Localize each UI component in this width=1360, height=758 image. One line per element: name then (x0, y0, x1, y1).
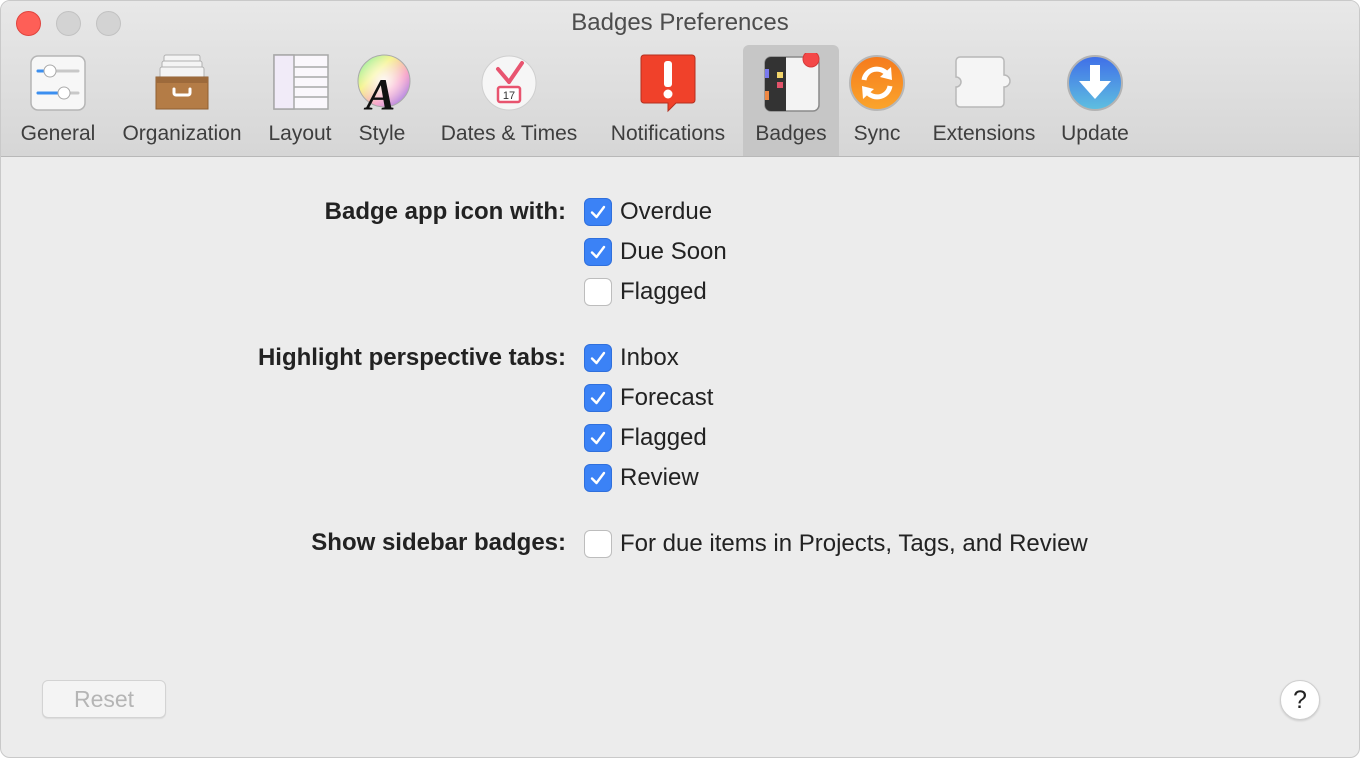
tab-label: Style (358, 122, 406, 145)
sidebar-badges-checkbox-row[interactable]: For due items in Projects, Tags, and Rev… (584, 529, 1088, 559)
download-arrow-icon (1065, 53, 1125, 113)
tab-style[interactable]: A Style (347, 45, 417, 156)
checkmark-icon (590, 431, 606, 445)
badge-flagged-checkbox-row[interactable]: Flagged (584, 277, 707, 307)
tab-label: Notifications (610, 122, 726, 145)
checkmark-icon (590, 205, 606, 219)
help-button[interactable]: ? (1280, 680, 1320, 720)
badge-due-soon-checkbox[interactable] (584, 238, 612, 266)
highlight-forecast-checkbox[interactable] (584, 384, 612, 412)
svg-text:A: A (363, 70, 395, 113)
checkbox-label: Review (620, 464, 699, 491)
tab-layout[interactable]: Layout (259, 45, 341, 156)
highlight-inbox-checkbox[interactable] (584, 344, 612, 372)
tab-badges[interactable]: Badges (743, 45, 839, 156)
tab-general[interactable]: General (11, 45, 105, 156)
tab-sync[interactable]: Sync (843, 45, 911, 156)
clock-calendar-icon: 17 (479, 53, 539, 113)
reset-button[interactable]: Reset (42, 680, 166, 718)
highlight-review-checkbox[interactable] (584, 464, 612, 492)
tab-label: Dates & Times (440, 122, 578, 145)
title-bar: Badges Preferences General Organization … (1, 1, 1359, 157)
exclamation-bubble-icon (638, 53, 698, 113)
badge-overdue-checkbox-row[interactable]: Overdue (584, 197, 712, 227)
sync-icon (847, 53, 907, 113)
tab-label: Badges (755, 122, 827, 145)
badges-settings-pane: Badge app icon with: Overdue Due Soon Fl… (1, 158, 1359, 757)
badge-overdue-checkbox[interactable] (584, 198, 612, 226)
checkbox-label: For due items in Projects, Tags, and Rev… (620, 530, 1088, 557)
checkmark-icon (590, 245, 606, 259)
highlight-forecast-checkbox-row[interactable]: Forecast (584, 383, 713, 413)
tab-label: Extensions (932, 122, 1036, 145)
highlight-inbox-checkbox-row[interactable]: Inbox (584, 343, 679, 373)
badge-app-icon-label: Badge app icon with: (324, 198, 566, 225)
tab-label: Update (1061, 122, 1129, 145)
badge-app-icon (761, 50, 821, 113)
highlight-tabs-label: Highlight perspective tabs: (257, 344, 566, 371)
checkmark-icon (590, 391, 606, 405)
preferences-window: Badges Preferences General Organization … (0, 0, 1360, 758)
tab-label: General (20, 122, 96, 145)
tab-organization[interactable]: Organization (111, 45, 253, 156)
puzzle-piece-icon (954, 53, 1014, 113)
checkbox-label: Flagged (620, 424, 707, 451)
drawer-icon (152, 53, 212, 113)
sliders-icon (28, 53, 88, 113)
tab-extensions[interactable]: Extensions (923, 45, 1045, 156)
highlight-review-checkbox-row[interactable]: Review (584, 463, 699, 493)
highlight-flagged-checkbox[interactable] (584, 424, 612, 452)
tab-label: Sync (853, 122, 901, 145)
window-title: Badges Preferences (571, 9, 789, 36)
tab-label: Layout (268, 122, 332, 145)
layout-icon (270, 53, 330, 113)
checkmark-icon (590, 471, 606, 485)
checkbox-label: Forecast (620, 384, 714, 411)
color-wheel-font-icon: A (352, 53, 412, 119)
sidebar-badges-label: Show sidebar badges: (311, 529, 566, 556)
checkbox-label: Due Soon (620, 238, 727, 265)
tab-label: Organization (122, 122, 242, 145)
tab-update[interactable]: Update (1051, 45, 1139, 156)
tab-dates-and-times[interactable]: 17 Dates & Times (425, 45, 593, 156)
checkbox-label: Inbox (620, 344, 679, 371)
badge-flagged-checkbox[interactable] (584, 278, 612, 306)
badge-due-soon-checkbox-row[interactable]: Due Soon (584, 237, 727, 267)
preferences-toolbar: General Organization Layout A Style 17 D… (1, 45, 1359, 157)
tab-notifications[interactable]: Notifications (597, 45, 739, 156)
checkbox-label: Overdue (620, 198, 713, 225)
highlight-flagged-checkbox-row[interactable]: Flagged (584, 423, 707, 453)
calendar-day: 17 (503, 90, 515, 102)
checkbox-label: Flagged (620, 278, 707, 305)
sidebar-badges-checkbox[interactable] (584, 530, 612, 558)
checkmark-icon (590, 351, 606, 365)
